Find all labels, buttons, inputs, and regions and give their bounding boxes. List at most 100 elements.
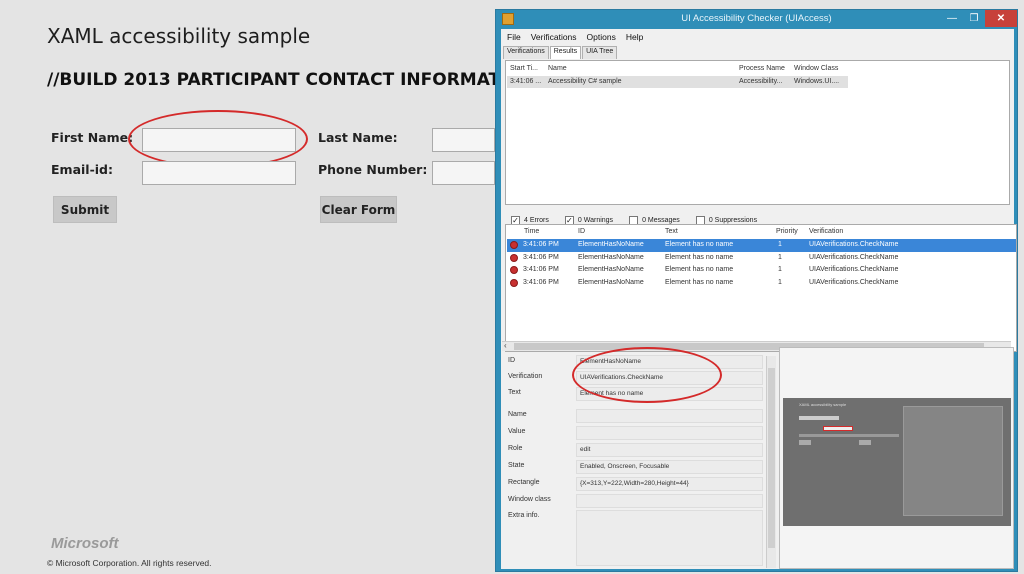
last-name-input[interactable] xyxy=(432,128,495,152)
preview-window xyxy=(903,406,1003,516)
app-title: XAML accessibility sample xyxy=(47,24,311,48)
table-row[interactable]: 3:41:06 PM ElementHasNoName Element has … xyxy=(507,252,1016,265)
error-text: Element has no name xyxy=(665,253,734,261)
title-bar[interactable]: UI Accessibility Checker (UIAccess) — ❐ … xyxy=(496,10,1017,29)
filter-errors-label: 4 Errors xyxy=(524,216,549,224)
submit-button[interactable]: Submit xyxy=(53,196,117,223)
result-process: Accessibility... xyxy=(739,78,783,85)
preview-button xyxy=(859,440,871,445)
table-row[interactable]: 3:41:06 PM ElementHasNoName Element has … xyxy=(507,264,1016,277)
error-icon xyxy=(510,278,518,287)
col-time[interactable]: Time xyxy=(524,228,539,235)
first-name-label: First Name: xyxy=(51,130,134,145)
prop-label-id: ID xyxy=(508,357,515,364)
close-button[interactable]: ✕ xyxy=(985,10,1017,27)
error-time: 3:41:06 PM xyxy=(523,266,559,273)
error-verification: UIAVerifications.CheckName xyxy=(809,253,899,261)
col-id[interactable]: ID xyxy=(578,228,585,235)
prop-label-rectangle: Rectangle xyxy=(508,479,540,486)
element-preview: XAML accessibility sample xyxy=(779,347,1014,569)
prop-value-rectangle[interactable]: {X=313,Y=222,Width=280,Height=44} xyxy=(576,477,763,491)
error-text: Element has no name xyxy=(665,241,734,248)
error-id: ElementHasNoName xyxy=(578,266,644,273)
tab-uia-tree[interactable]: UIA Tree xyxy=(582,46,618,59)
error-priority: 1 xyxy=(778,278,782,286)
last-name-label: Last Name: xyxy=(318,130,398,145)
result-name: Accessibility C# sample xyxy=(548,78,622,85)
email-input[interactable] xyxy=(142,161,296,185)
filter-warnings-label: 0 Warnings xyxy=(577,216,614,224)
table-row[interactable]: 3:41:06 ... Accessibility C# sample Acce… xyxy=(507,76,848,88)
preview-line xyxy=(799,416,839,420)
prop-value-window-class[interactable] xyxy=(576,494,763,508)
error-icon xyxy=(510,266,518,274)
menu-options[interactable]: Options xyxy=(587,32,616,42)
prop-label-name: Name xyxy=(508,411,527,418)
col-window-class[interactable]: Window Class xyxy=(794,65,838,72)
col-verification[interactable]: Verification xyxy=(809,228,843,235)
preview-button xyxy=(799,440,811,445)
error-id: ElementHasNoName xyxy=(578,278,644,286)
col-text[interactable]: Text xyxy=(665,228,678,235)
error-priority: 1 xyxy=(778,253,782,261)
error-id: ElementHasNoName xyxy=(578,241,644,248)
maximize-button[interactable]: ❐ xyxy=(963,10,985,27)
error-id: ElementHasNoName xyxy=(578,253,644,261)
prop-value-role[interactable]: edit xyxy=(576,443,763,457)
email-label: Email-id: xyxy=(51,162,113,177)
menu-bar: File Verifications Options Help xyxy=(501,29,1014,45)
tab-verifications[interactable]: Verifications xyxy=(503,46,549,59)
preview-screenshot: XAML accessibility sample xyxy=(783,398,1011,526)
first-name-input[interactable] xyxy=(142,128,296,152)
uia-checker-window: UI Accessibility Checker (UIAccess) — ❐ … xyxy=(495,9,1018,572)
clear-form-button[interactable]: Clear Form xyxy=(320,196,397,223)
scroll-arrow-icon[interactable]: ‹ xyxy=(504,341,507,350)
phone-input[interactable] xyxy=(432,161,495,185)
menu-verifications[interactable]: Verifications xyxy=(531,32,577,42)
prop-value-name[interactable] xyxy=(576,409,763,423)
error-time: 3:41:06 PM xyxy=(523,241,559,248)
copyright-text: © Microsoft Corporation. All rights rese… xyxy=(47,558,212,568)
vertical-scrollbar[interactable] xyxy=(766,356,776,568)
filter-messages-label: 0 Messages xyxy=(642,216,680,224)
prop-value-state[interactable]: Enabled, Onscreen, Focusable xyxy=(576,460,763,474)
results-table: Start Ti... Name Process Name Window Cla… xyxy=(505,60,1010,205)
error-icon xyxy=(510,253,518,262)
error-text: Element has no name xyxy=(665,266,734,273)
error-priority: 1 xyxy=(778,241,782,248)
preview-highlight xyxy=(823,426,853,431)
col-priority[interactable]: Priority xyxy=(776,228,798,235)
prop-label-extra-info: Extra info. xyxy=(508,512,540,519)
prop-value-value[interactable] xyxy=(576,426,763,440)
tab-results[interactable]: Results xyxy=(549,46,582,59)
error-text: Element has no name xyxy=(665,278,734,286)
table-row[interactable]: 3:41:06 PM ElementHasNoName Element has … xyxy=(507,277,1016,290)
col-name[interactable]: Name xyxy=(548,65,567,72)
error-time: 3:41:06 PM xyxy=(523,253,559,261)
preview-line xyxy=(799,434,899,437)
col-process-name[interactable]: Process Name xyxy=(739,65,785,72)
microsoft-logo: Microsoft xyxy=(51,535,119,552)
minimize-button[interactable]: — xyxy=(941,10,963,27)
error-time: 3:41:06 PM xyxy=(523,278,559,286)
prop-value-verification[interactable]: UIAVerifications.CheckName xyxy=(576,371,763,385)
table-row[interactable]: 3:41:06 PM ElementHasNoName Element has … xyxy=(507,239,1016,252)
prop-value-id[interactable]: ElementHasNoName xyxy=(576,355,763,369)
prop-value-text[interactable]: Element has no name xyxy=(576,387,763,401)
app-heading: //BUILD 2013 PARTICIPANT CONTACT INFORMA… xyxy=(47,70,497,90)
error-verification: UIAVerifications.CheckName xyxy=(809,241,899,248)
tab-strip: Verifications Results UIA Tree xyxy=(503,46,618,59)
menu-file[interactable]: File xyxy=(507,32,521,42)
phone-label: Phone Number: xyxy=(318,162,428,177)
col-start-time[interactable]: Start Ti... xyxy=(510,65,538,72)
result-window-class: Windows.UI.... xyxy=(794,78,840,85)
prop-label-window-class: Window class xyxy=(508,496,551,503)
window-title: UI Accessibility Checker (UIAccess) xyxy=(681,13,832,24)
window-client-area: File Verifications Options Help Verifica… xyxy=(501,29,1017,569)
errors-table: Time ID Text Priority Verification 3:41:… xyxy=(505,224,1017,352)
prop-value-extra-info[interactable] xyxy=(576,510,763,566)
menu-help[interactable]: Help xyxy=(626,32,643,42)
preview-title: XAML accessibility sample xyxy=(799,402,847,407)
prop-label-text: Text xyxy=(508,389,521,396)
scrollbar-thumb[interactable] xyxy=(768,368,775,548)
